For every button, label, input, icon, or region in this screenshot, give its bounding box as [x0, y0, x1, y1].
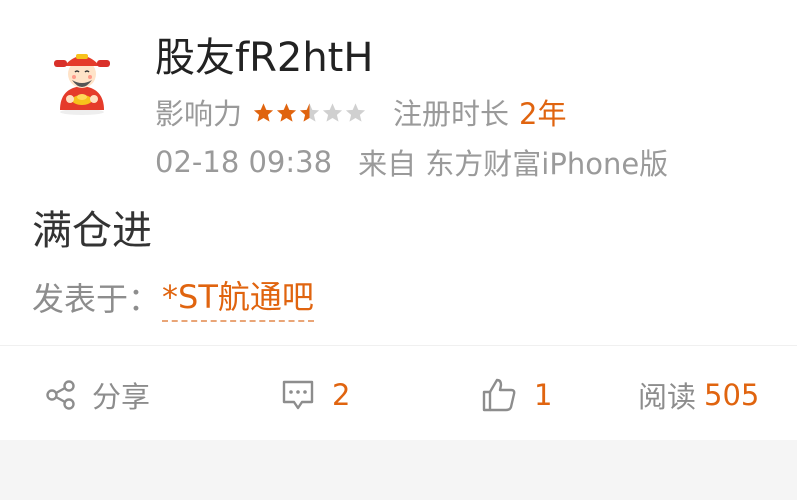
post-meta: 02-18 09:38 来自 东方财富iPhone版 — [155, 142, 668, 182]
star-icon — [322, 102, 343, 122]
comment-button[interactable]: 2 — [264, 372, 350, 418]
posted-label: 发表于： — [32, 280, 161, 318]
username[interactable]: 股友fR2htH — [155, 32, 373, 84]
post-timestamp: 02-18 09:38 — [155, 145, 333, 179]
like-count: 1 — [534, 378, 553, 412]
section-separator — [0, 440, 797, 500]
influence-rating — [252, 101, 367, 124]
share-label: 分享 — [92, 380, 151, 414]
comment-icon — [280, 377, 316, 413]
user-meta: 影响力 注册时长 2年 — [155, 92, 566, 132]
star-icon — [276, 102, 297, 122]
share-button[interactable]: 分享 — [44, 372, 150, 418]
star-icon — [299, 102, 320, 122]
comment-count: 2 — [332, 378, 351, 412]
register-label: 注册时长 — [393, 97, 510, 131]
read-count: 505 — [704, 378, 760, 412]
share-icon — [44, 378, 78, 412]
register-value: 2年 — [519, 97, 567, 131]
like-button[interactable]: 1 — [464, 372, 552, 418]
read-stat: 阅读 505 — [638, 372, 759, 418]
forum-link[interactable]: *ST航通吧 — [162, 272, 314, 322]
influence-label: 影响力 — [155, 97, 243, 131]
star-icon — [345, 102, 366, 122]
read-label: 阅读 — [638, 380, 697, 414]
thumbs-up-icon — [480, 376, 518, 414]
divider — [0, 345, 797, 346]
star-icon — [253, 102, 274, 122]
avatar[interactable] — [46, 44, 118, 116]
posted-in: 发表于： *ST航通吧 — [32, 272, 314, 322]
post-content: 满仓进 — [32, 208, 152, 254]
post-source: 来自 东方财富iPhone版 — [358, 147, 669, 181]
